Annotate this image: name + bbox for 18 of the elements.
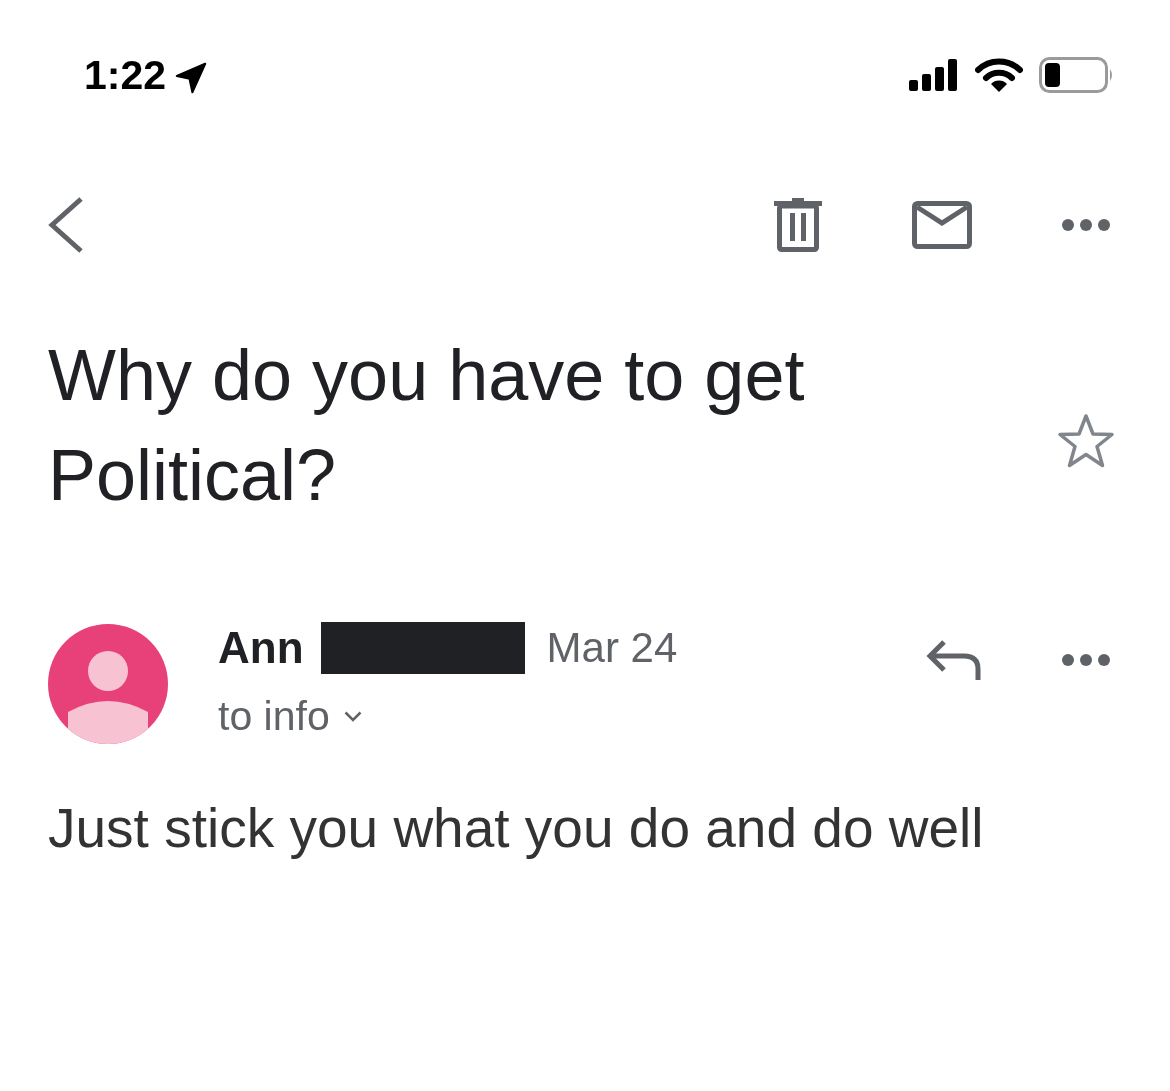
sender-name: Ann [218, 622, 304, 674]
avatar-icon [48, 624, 168, 744]
star-icon[interactable] [1057, 413, 1115, 469]
location-arrow-icon [174, 61, 209, 95]
more-dots-icon[interactable] [1062, 219, 1110, 231]
back-chevron-icon[interactable] [46, 196, 84, 254]
recipients-toggle[interactable]: to info [218, 688, 362, 744]
email-subject: Why do you have to get Political? [48, 334, 806, 517]
chevron-down-icon [343, 710, 362, 722]
mail-icon[interactable] [912, 201, 972, 249]
status-time: 1:22 [84, 51, 167, 100]
trash-icon[interactable] [774, 198, 822, 252]
signal-icon [909, 59, 959, 91]
message-body: Just stick you what you do and do well [48, 796, 985, 861]
more-dots-icon[interactable] [1062, 654, 1110, 666]
battery-icon [1039, 57, 1115, 93]
wifi-icon [975, 58, 1023, 92]
message-date: Mar 24 [546, 623, 678, 673]
